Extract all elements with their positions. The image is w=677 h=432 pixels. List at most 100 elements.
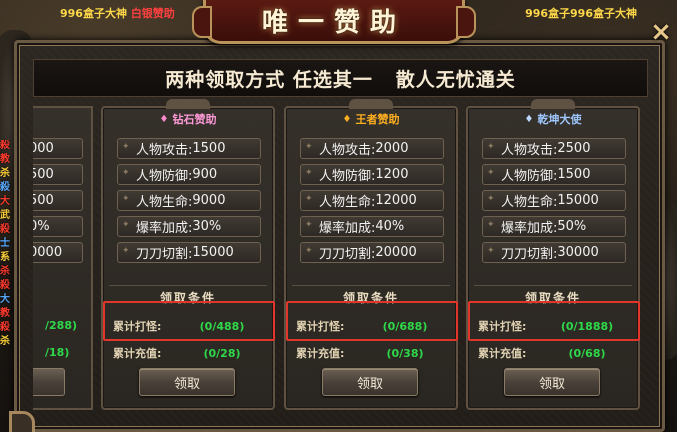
section-divider	[292, 285, 450, 286]
stat-row: 人物攻击:2500	[482, 138, 626, 159]
condition-progress: (0/28)	[203, 346, 241, 360]
stat-label: 人物攻击:	[136, 143, 193, 158]
condition-recharge: 累计充值: (0/28)	[113, 344, 263, 362]
player-name-tag-left: 996盒子大神 白银赞助	[60, 7, 175, 20]
conditions-title: 领取条件	[524, 291, 581, 305]
stat-row: 刀刀切割:15000	[117, 242, 261, 263]
stat-row: 人物攻击:1500	[117, 138, 261, 159]
stat-label: 人物生命:	[136, 195, 193, 210]
subtitle-band: 两种领取方式 任选其一 散人无忧通关	[33, 59, 648, 97]
partial-stat-value: 500	[33, 164, 83, 185]
subtitle-text: 两种领取方式 任选其一 散人无忧通关	[165, 68, 516, 91]
claim-button[interactable]: 领取	[504, 368, 600, 396]
gem-icon: ♦	[159, 113, 169, 125]
condition-label: 累计打怪:	[113, 320, 162, 333]
sponsor-card: ♦乾坤大使人物攻击:2500 人物防御:1500 人物生命:15000 爆率加成:50…	[466, 99, 640, 410]
stat-row: 人物生命:15000	[482, 190, 626, 211]
condition-label: 累计打怪:	[296, 320, 345, 333]
partial-condition-value: /288)	[45, 319, 78, 332]
stat-label: 人物攻击:	[319, 143, 376, 158]
condition-label: 累计充值:	[296, 347, 345, 360]
partial-condition-value: /18)	[45, 346, 70, 359]
stat-label: 人物生命:	[319, 195, 376, 210]
stat-value: 40%	[375, 219, 405, 234]
condition-progress: (0/68)	[568, 346, 606, 360]
title-plaque: 唯一赞助	[192, 0, 476, 44]
condition-label: 累计充值:	[478, 347, 527, 360]
gem-icon: ♦	[342, 113, 352, 125]
stat-value: 1500	[192, 141, 226, 156]
stat-label: 人物防御:	[501, 169, 558, 184]
stat-label: 刀刀切割:	[319, 247, 376, 262]
partial-stat-value: 000	[33, 138, 83, 159]
sponsor-card-partial: 000 500 500 0% 0000/288) /18)	[33, 106, 93, 410]
stat-value: 15000	[557, 193, 599, 208]
stat-value: 1200	[375, 167, 409, 182]
claim-button[interactable]: 领取	[139, 368, 235, 396]
card-tier-name: 王者赞助	[355, 113, 400, 126]
sponsor-card: ♦王者赞助人物攻击:2000 人物防御:1200 人物生命:12000 爆率加成:40…	[284, 99, 458, 410]
stat-row: 人物防御:1500	[482, 164, 626, 185]
condition-label: 累计充值:	[113, 347, 162, 360]
condition-recharge: 累计充值: (0/68)	[478, 344, 628, 362]
sponsor-card: ♦钻石赞助人物攻击:1500 人物防御:900 人物生命:9000 爆率加成:30% 刀…	[101, 99, 275, 410]
partial-stat-value: 500	[33, 190, 83, 211]
window-title: 唯一赞助	[261, 8, 406, 38]
stat-label: 人物攻击:	[501, 143, 558, 158]
stat-label: 人物防御:	[319, 169, 376, 184]
stat-value: 12000	[375, 193, 417, 208]
stat-label: 刀刀切割:	[136, 247, 193, 262]
card-tier-name: 乾坤大使	[537, 113, 582, 126]
stat-label: 刀刀切割:	[501, 247, 558, 262]
stat-row: 人物防御:900	[117, 164, 261, 185]
stat-value: 2500	[557, 141, 591, 156]
stat-value: 20000	[375, 245, 417, 260]
card-header: ♦ 钻石赞助	[103, 108, 273, 130]
condition-kills: 累计打怪: (0/1888)	[478, 317, 628, 335]
player-name-tag-right: 996盒子996盒子大神	[525, 7, 637, 20]
conditions-title: 领取条件	[159, 291, 216, 305]
condition-kills: 累计打怪: (0/688)	[296, 317, 446, 335]
stat-row: 爆率加成:40%	[300, 216, 444, 237]
stat-row: 人物生命:12000	[300, 190, 444, 211]
stat-label: 爆率加成:	[501, 221, 558, 236]
condition-progress: (0/1888)	[560, 319, 614, 333]
stat-value: 30%	[192, 219, 222, 234]
stat-value: 9000	[192, 193, 226, 208]
sponsor-panel: 两种领取方式 任选其一 散人无忧通关 000 500 500 0% 0000/288) /…	[9, 40, 665, 432]
stat-value: 30000	[557, 245, 599, 260]
stat-value: 900	[192, 167, 218, 182]
gem-icon: ♦	[524, 113, 534, 125]
stat-row: 人物攻击:2000	[300, 138, 444, 159]
stat-value: 15000	[192, 245, 234, 260]
close-icon[interactable]: ×	[647, 17, 675, 47]
claim-button-partial[interactable]	[33, 368, 65, 396]
condition-recharge: 累计充值: (0/38)	[296, 344, 446, 362]
stat-row: 刀刀切割:30000	[482, 242, 626, 263]
stat-label: 爆率加成:	[319, 221, 376, 236]
stat-value: 2000	[375, 141, 409, 156]
stat-label: 人物防御:	[136, 169, 193, 184]
stat-row: 人物生命:9000	[117, 190, 261, 211]
condition-progress: (0/688)	[382, 319, 428, 333]
stat-row: 爆率加成:30%	[117, 216, 261, 237]
partial-stat-value: 0%	[33, 216, 83, 237]
condition-progress: (0/38)	[386, 346, 424, 360]
stat-row: 爆率加成:50%	[482, 216, 626, 237]
claim-button[interactable]: 领取	[322, 368, 418, 396]
stat-label: 人物生命:	[501, 195, 558, 210]
condition-label: 累计打怪:	[478, 320, 527, 333]
stat-row: 人物防御:1200	[300, 164, 444, 185]
stat-value: 50%	[557, 219, 587, 234]
condition-progress: (0/488)	[199, 319, 245, 333]
stat-row: 刀刀切割:20000	[300, 242, 444, 263]
section-divider	[474, 285, 632, 286]
condition-kills: 累计打怪: (0/488)	[113, 317, 263, 335]
panel-corner-ornament	[9, 411, 35, 432]
stat-label: 爆率加成:	[136, 221, 193, 236]
conditions-title: 领取条件	[342, 291, 399, 305]
stat-value: 1500	[557, 167, 591, 182]
card-tier-name: 钻石赞助	[172, 113, 217, 126]
partial-stat-value: 0000	[33, 242, 83, 263]
section-divider	[109, 285, 267, 286]
